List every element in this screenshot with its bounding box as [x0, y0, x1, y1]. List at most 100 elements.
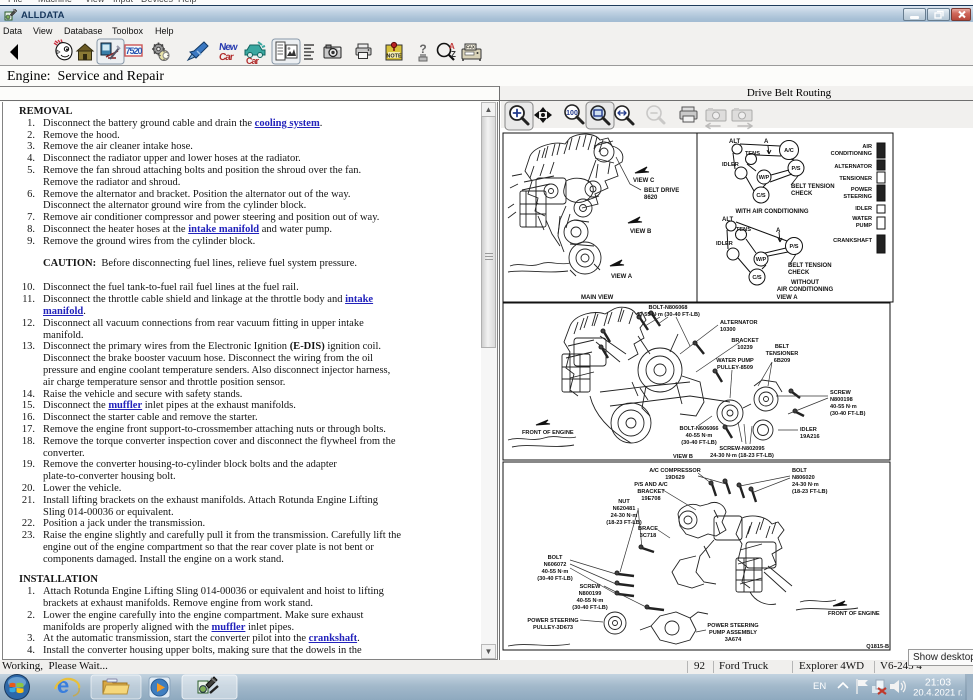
svg-text:CHECK: CHECK — [791, 191, 813, 197]
svg-text:6B209: 6B209 — [774, 358, 790, 364]
svg-text:SCREW: SCREW — [830, 390, 852, 396]
svg-text:19E708: 19E708 — [641, 496, 660, 502]
svg-text:VIEW B: VIEW B — [673, 454, 693, 460]
svg-text:C/S: C/S — [756, 193, 766, 199]
svg-text:N606072: N606072 — [544, 562, 567, 568]
svg-text:10239: 10239 — [737, 345, 753, 351]
svg-text:BRACKET: BRACKET — [731, 338, 759, 344]
svg-text:20.4.2021 г.: 20.4.2021 г. — [913, 688, 963, 699]
svg-text:VIEW C: VIEW C — [633, 178, 655, 184]
svg-text:40-55 N·m: 40-55 N·m — [542, 569, 569, 575]
svg-text:BRACKET: BRACKET — [637, 489, 665, 495]
svg-text:A/C: A/C — [784, 148, 794, 154]
svg-text:POWER STEERING: POWER STEERING — [527, 618, 578, 624]
svg-text:IDLER: IDLER — [800, 427, 817, 433]
svg-text:ALT: ALT — [729, 139, 741, 145]
svg-text:CHECK: CHECK — [788, 270, 810, 276]
svg-text:N620481: N620481 — [613, 506, 636, 512]
svg-text:40-55 N·m: 40-55 N·m — [830, 404, 857, 410]
svg-text:P/S: P/S — [791, 166, 800, 172]
svg-text:24-30 N·m: 24-30 N·m — [611, 513, 638, 519]
svg-text:e: e — [57, 674, 69, 698]
svg-text:Car: Car — [246, 56, 260, 65]
svg-text:POWER: POWER — [851, 187, 872, 193]
svg-text:(18-23 FT-LB): (18-23 FT-LB) — [606, 520, 642, 526]
svg-text:BELT TENSION: BELT TENSION — [788, 263, 832, 269]
svg-text:40-55 N·m (30-40 FT-LB): 40-55 N·m (30-40 FT-LB) — [636, 312, 700, 318]
svg-text:PUMP: PUMP — [856, 223, 872, 229]
svg-text:Q1815-B: Q1815-B — [866, 644, 889, 650]
svg-text:NOTE: NOTE — [386, 54, 402, 60]
svg-text:?: ? — [419, 42, 426, 56]
svg-text:24-30 N·m: 24-30 N·m — [792, 482, 819, 488]
svg-text:TENS: TENS — [736, 227, 751, 233]
svg-text:Z: Z — [451, 50, 456, 59]
svg-text:CRANKSHAFT: CRANKSHAFT — [833, 238, 872, 244]
svg-text:BELT: BELT — [775, 344, 790, 350]
svg-text:8620: 8620 — [644, 195, 658, 201]
svg-text:PUMP ASSEMBLY: PUMP ASSEMBLY — [709, 630, 757, 636]
svg-text:WATER: WATER — [852, 216, 872, 222]
svg-text:40-55 N·m: 40-55 N·m — [686, 433, 713, 439]
svg-text:FRONT OF ENGINE: FRONT OF ENGINE — [828, 611, 880, 617]
svg-text:NUT: NUT — [618, 499, 630, 505]
svg-text:N800198: N800198 — [830, 397, 853, 403]
svg-text:(18-23 FT-LB): (18-23 FT-LB) — [792, 489, 828, 495]
svg-text:A/C COMPRESSOR: A/C COMPRESSOR — [649, 468, 701, 474]
svg-text:W/P: W/P — [756, 257, 767, 263]
svg-text:40-55 N·m: 40-55 N·m — [577, 598, 604, 604]
svg-text:FRONT OF ENGINE: FRONT OF ENGINE — [522, 430, 574, 436]
svg-text:A: A — [776, 228, 781, 234]
svg-text:ALTERNATOR: ALTERNATOR — [834, 164, 872, 170]
svg-text:(30-40 FT-LB): (30-40 FT-LB) — [572, 605, 608, 611]
svg-text:A: A — [764, 139, 769, 145]
svg-text:P/S AND A/C: P/S AND A/C — [634, 482, 667, 488]
svg-text:VIEW A: VIEW A — [776, 295, 798, 301]
svg-text:FAX: FAX — [466, 45, 475, 50]
svg-text:3C718: 3C718 — [640, 533, 656, 539]
svg-text:AIR CONDITIONING: AIR CONDITIONING — [777, 287, 834, 293]
svg-text:IDLER: IDLER — [855, 206, 872, 212]
svg-text:10300: 10300 — [720, 327, 736, 333]
svg-text:C/S: C/S — [752, 275, 762, 281]
svg-text:ALT: ALT — [722, 217, 734, 223]
svg-text:(30-40 FT-LB): (30-40 FT-LB) — [537, 576, 573, 582]
svg-text:TENSIONER: TENSIONER — [839, 176, 872, 182]
svg-text:N806020: N806020 — [792, 475, 815, 481]
svg-text:BELT DRIVE: BELT DRIVE — [644, 188, 679, 194]
svg-text:7520: 7520 — [125, 46, 142, 56]
svg-text:BOLT: BOLT — [548, 555, 563, 561]
svg-text:PULLEY-8509: PULLEY-8509 — [717, 365, 753, 371]
svg-text:WATER PUMP: WATER PUMP — [716, 358, 754, 364]
svg-text:BELT TENSION: BELT TENSION — [791, 184, 835, 190]
svg-text:N800199: N800199 — [579, 591, 602, 597]
svg-text:3A674: 3A674 — [725, 637, 742, 643]
svg-text:VIEW B: VIEW B — [630, 229, 652, 235]
svg-text:PULLEY-3D673: PULLEY-3D673 — [533, 625, 573, 631]
svg-text:VIEW A: VIEW A — [611, 274, 633, 280]
svg-text:TENSIONER: TENSIONER — [766, 351, 799, 357]
svg-text:WITHOUT: WITHOUT — [791, 280, 819, 286]
svg-text:24-30 N·m (18-23 FT-LB): 24-30 N·m (18-23 FT-LB) — [710, 453, 774, 459]
svg-text:POWER STEERING: POWER STEERING — [707, 623, 758, 629]
svg-text:TENS: TENS — [745, 151, 760, 157]
svg-text:P/S: P/S — [789, 244, 798, 250]
svg-text:CONDITIONING: CONDITIONING — [831, 151, 872, 157]
svg-text:Car: Car — [218, 52, 234, 63]
svg-text:(30-40 FT-LB): (30-40 FT-LB) — [681, 440, 717, 446]
svg-text:ALTERNATOR: ALTERNATOR — [720, 320, 758, 326]
svg-text:19A216: 19A216 — [800, 434, 820, 440]
svg-text:W/P: W/P — [759, 175, 770, 181]
svg-text:BOLT-N806068: BOLT-N806068 — [648, 305, 687, 311]
svg-text:IDLER: IDLER — [722, 162, 739, 168]
svg-text:WITH AIR CONDITIONING: WITH AIR CONDITIONING — [735, 209, 808, 215]
svg-text:IDLER: IDLER — [716, 241, 733, 247]
svg-text:(30-40 FT-LB): (30-40 FT-LB) — [830, 411, 866, 417]
svg-text:BRACE: BRACE — [638, 526, 658, 532]
svg-text:AIR: AIR — [862, 144, 872, 150]
svg-text:BOLT: BOLT — [792, 468, 807, 474]
svg-text:19D629: 19D629 — [665, 475, 685, 481]
svg-text:STEERING: STEERING — [843, 194, 872, 200]
svg-text:SCREW: SCREW — [580, 584, 602, 590]
svg-text:SCREW-N802095: SCREW-N802095 — [719, 446, 764, 452]
